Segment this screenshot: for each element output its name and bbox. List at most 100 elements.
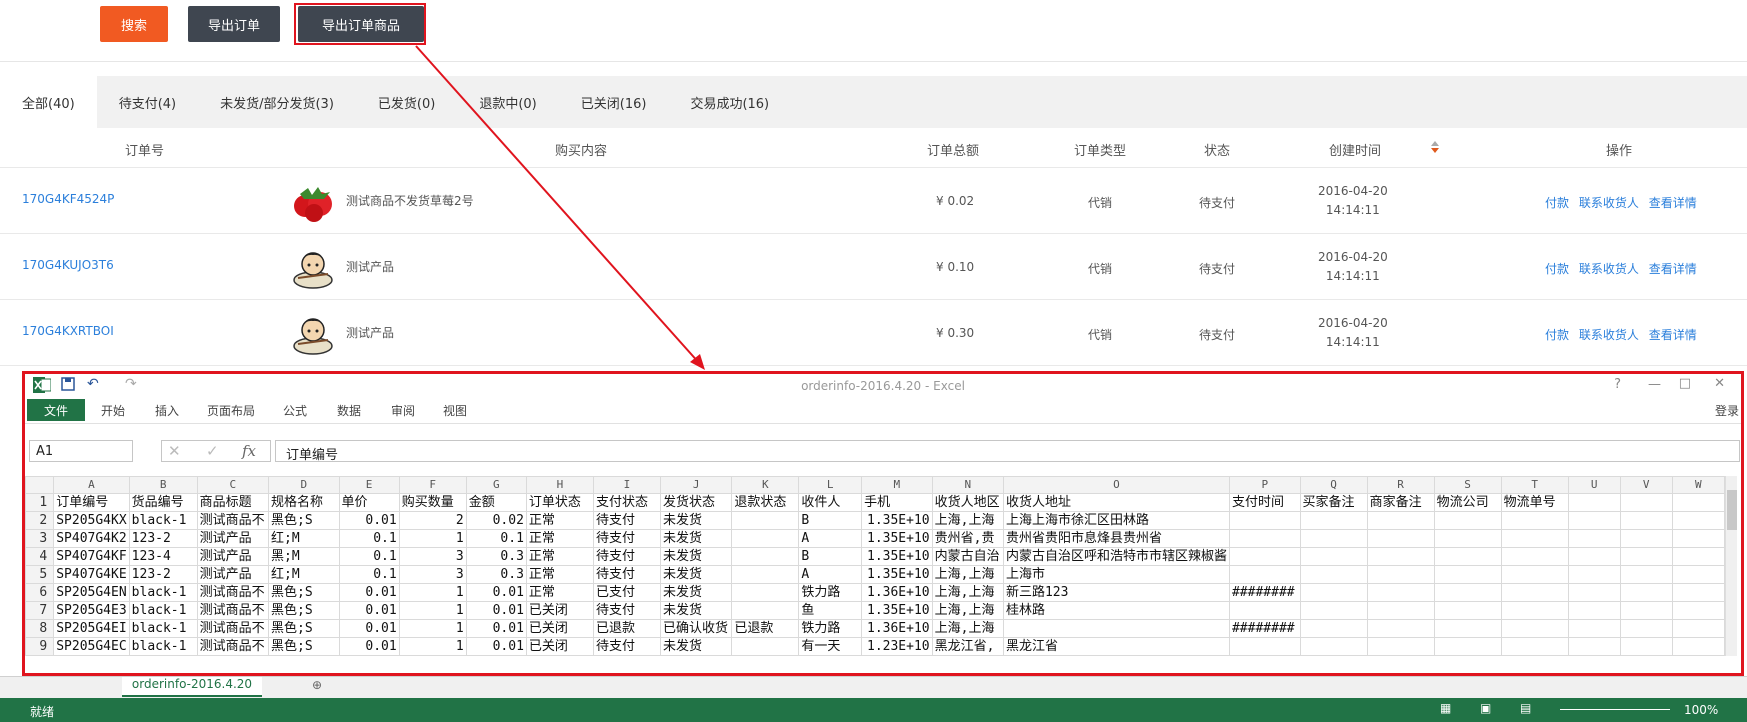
cell[interactable]: 0.01 <box>338 637 400 656</box>
cell[interactable] <box>1567 565 1621 584</box>
cell[interactable]: SP205G4EI <box>53 619 130 638</box>
spreadsheet-grid[interactable]: A B C D E F G H I J K L M N O P Q R S T U V W 1 订单编号 货品编号 商品标题 规格名称… <box>25 476 1725 656</box>
cell[interactable]: 已关闭 <box>525 619 594 638</box>
cell[interactable] <box>731 583 800 602</box>
contact-recipient-link[interactable]: 联系收货人 <box>1579 196 1639 210</box>
cell[interactable] <box>1671 565 1725 584</box>
cell[interactable]: 退款状态 <box>731 493 800 512</box>
cell[interactable]: black-1 <box>128 637 198 656</box>
cell[interactable] <box>1567 529 1621 548</box>
column-header[interactable]: S <box>1433 476 1502 494</box>
cell[interactable] <box>1567 619 1621 638</box>
order-id-link[interactable]: 170G4KUJO3T6 <box>22 258 114 272</box>
vertical-scrollbar[interactable] <box>1725 476 1737 656</box>
cell[interactable]: 0.01 <box>338 619 400 638</box>
row-header[interactable]: 4 <box>25 547 55 566</box>
cell[interactable]: 待支付 <box>592 601 661 620</box>
cell[interactable] <box>1433 619 1502 638</box>
cell[interactable]: 红;M <box>268 529 340 548</box>
cell[interactable]: B <box>798 511 863 530</box>
cell[interactable] <box>1619 655 1673 656</box>
column-header[interactable]: R <box>1366 476 1435 494</box>
cell[interactable]: A <box>798 565 863 584</box>
cell[interactable]: 86.9 <box>338 655 400 656</box>
cell[interactable]: 未发货 <box>659 655 733 656</box>
cell[interactable]: 测试商品不 <box>196 619 270 638</box>
page-break-icon[interactable]: ▤ <box>1520 701 1531 715</box>
cell[interactable]: 桂林路 <box>1002 601 1230 620</box>
cell[interactable]: 贵州省,贵 <box>931 529 1004 548</box>
cell[interactable] <box>1671 619 1725 638</box>
cell[interactable]: 0.3 <box>465 547 527 566</box>
cell[interactable]: 黑;M <box>268 547 340 566</box>
cell[interactable]: 买家备注 <box>1299 493 1368 512</box>
column-header[interactable]: E <box>338 476 400 494</box>
cell[interactable]: 1.35E+10 <box>861 601 933 620</box>
cell[interactable]: 0.01 <box>465 619 527 638</box>
cell[interactable]: 手机 <box>861 493 933 512</box>
cell[interactable]: GZH619 <box>128 655 198 656</box>
cell[interactable]: 0.1 <box>338 547 400 566</box>
cell[interactable]: 1 <box>398 583 467 602</box>
cell[interactable]: 测试商品不 <box>196 637 270 656</box>
cell[interactable]: 物流公司 <box>1433 493 1502 512</box>
row-header[interactable]: 2 <box>25 511 55 530</box>
column-header[interactable]: U <box>1567 476 1621 494</box>
cell[interactable] <box>1433 637 1502 656</box>
column-header[interactable]: J <box>659 476 733 494</box>
cell[interactable]: 商家备注 <box>1366 493 1435 512</box>
column-header[interactable]: N <box>931 476 1004 494</box>
cell[interactable] <box>1433 565 1502 584</box>
cell[interactable] <box>1619 583 1673 602</box>
cell[interactable] <box>1500 511 1569 530</box>
cell[interactable] <box>1299 583 1368 602</box>
cell[interactable]: 未发货 <box>659 511 733 530</box>
cell[interactable]: 收货人地址 <box>1002 493 1230 512</box>
cell[interactable] <box>1567 583 1621 602</box>
cell[interactable]: 0.1 <box>338 565 400 584</box>
cell[interactable]: 黑色;S <box>268 511 340 530</box>
view-detail-link[interactable]: 查看详情 <box>1649 196 1697 210</box>
cell[interactable]: 发货状态 <box>659 493 733 512</box>
cell[interactable]: 待支付 <box>592 565 661 584</box>
cell[interactable]: SP407G4KE <box>53 565 130 584</box>
cell[interactable] <box>1366 583 1435 602</box>
cell[interactable] <box>1671 529 1725 548</box>
column-header[interactable]: G <box>465 476 527 494</box>
ribbon-tab-review[interactable]: 审阅 <box>391 402 415 419</box>
cell[interactable]: 未发货 <box>659 547 733 566</box>
cell[interactable]: 测试商品不 <box>196 601 270 620</box>
cell[interactable]: 上海,上海 <box>931 511 1004 530</box>
cell[interactable]: 1.36E+10 <box>861 619 933 638</box>
cell[interactable]: 已关闭 <box>525 601 594 620</box>
pay-link[interactable]: 付款 <box>1545 328 1569 342</box>
column-header[interactable]: C <box>196 476 270 494</box>
cell[interactable] <box>1366 655 1435 656</box>
column-header[interactable]: L <box>798 476 863 494</box>
cell[interactable]: SP236G4EG <box>53 655 130 656</box>
cell[interactable]: 订单状态 <box>525 493 594 512</box>
cell[interactable]: 货号: GZH <box>196 655 270 656</box>
ribbon-tab-layout[interactable]: 页面布局 <box>207 402 255 419</box>
cell[interactable] <box>1299 547 1368 566</box>
cell[interactable]: 1.23E+10 <box>861 637 933 656</box>
cell[interactable]: 1.35E+10 <box>861 511 933 530</box>
cell[interactable] <box>1366 547 1435 566</box>
cell[interactable]: 支付时间 <box>1228 493 1301 512</box>
sort-icon[interactable] <box>1430 140 1440 158</box>
cell[interactable]: 正常 <box>525 565 594 584</box>
cell[interactable] <box>1228 529 1301 548</box>
cell[interactable] <box>1228 565 1301 584</box>
cell[interactable]: 正常 <box>525 529 594 548</box>
cell[interactable]: 待支付 <box>592 637 661 656</box>
cell[interactable]: 上海,上海 <box>931 601 1004 620</box>
cell[interactable]: 1 <box>398 655 467 656</box>
tab-all[interactable]: 全部(40) <box>0 76 97 128</box>
cell[interactable] <box>1500 655 1569 656</box>
cell[interactable] <box>1619 565 1673 584</box>
column-header[interactable]: T <box>1500 476 1569 494</box>
cell[interactable] <box>1366 565 1435 584</box>
cell[interactable] <box>731 565 800 584</box>
cell[interactable]: black-1 <box>128 583 198 602</box>
scrollbar-thumb[interactable] <box>1727 490 1737 530</box>
